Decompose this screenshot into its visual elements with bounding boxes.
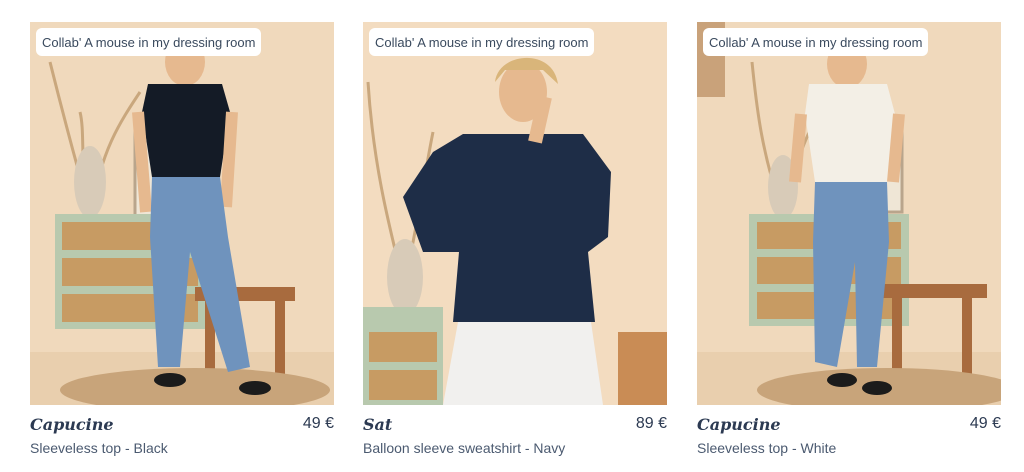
collab-badge: Collab' A mouse in my dressing room xyxy=(36,28,262,56)
top xyxy=(142,84,230,177)
product-image xyxy=(30,22,334,405)
product-brand[interactable]: Sat xyxy=(363,415,392,434)
product-info: Capucine 49 € Sleeveless top - White xyxy=(697,405,1001,462)
product-photo[interactable]: Collab' A mouse in my dressing room xyxy=(697,22,1001,405)
product-name[interactable]: Balloon sleeve sweatshirt - Navy xyxy=(363,440,565,456)
product-image xyxy=(363,22,667,405)
product-grid: Collab' A mouse in my dressing room Capu… xyxy=(0,0,1024,472)
product-price: 49 € xyxy=(302,415,334,432)
top xyxy=(805,84,895,182)
product-card[interactable]: Collab' A mouse in my dressing room Capu… xyxy=(697,22,1001,462)
product-card[interactable]: Collab' A mouse in my dressing room Sat … xyxy=(363,22,667,462)
product-brand[interactable]: Capucine xyxy=(30,415,114,434)
product-price: 49 € xyxy=(969,415,1001,432)
product-photo[interactable]: Collab' A mouse in my dressing room xyxy=(363,22,667,405)
product-image xyxy=(697,22,1001,405)
product-brand[interactable]: Capucine xyxy=(697,415,781,434)
product-card[interactable]: Collab' A mouse in my dressing room Capu… xyxy=(30,22,334,462)
jeans xyxy=(443,322,603,405)
product-photo[interactable]: Collab' A mouse in my dressing room xyxy=(30,22,334,405)
product-price: 89 € xyxy=(635,415,667,432)
collab-badge: Collab' A mouse in my dressing room xyxy=(369,28,595,56)
product-info: Capucine 49 € Sleeveless top - Black xyxy=(30,405,334,462)
product-info: Sat 89 € Balloon sleeve sweatshirt - Nav… xyxy=(363,405,667,462)
collab-badge: Collab' A mouse in my dressing room xyxy=(703,28,929,56)
product-name[interactable]: Sleeveless top - Black xyxy=(30,440,168,456)
product-name[interactable]: Sleeveless top - White xyxy=(697,440,836,456)
